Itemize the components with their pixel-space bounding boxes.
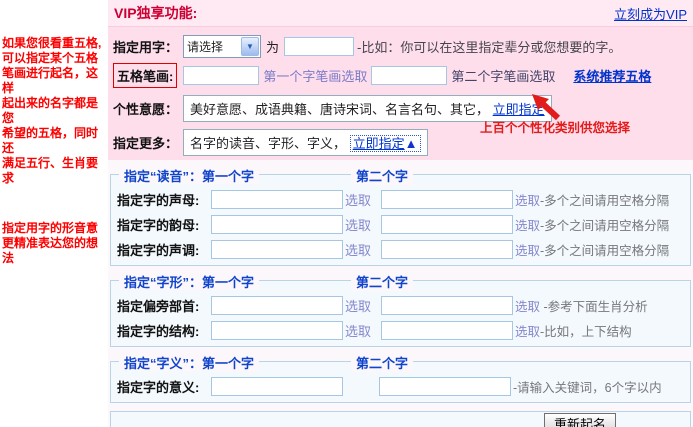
structure-second-pick-link[interactable]: 选取 (515, 325, 540, 339)
meaning-label: 指定字的意义: (117, 380, 200, 395)
radical-second-pick-link[interactable]: 选取 (515, 300, 540, 314)
radical-hint: -参考下面生肖分析 (543, 300, 648, 314)
personalized-categories-annotation: 上百个个性化类别供您选择 (480, 121, 631, 135)
wuge-strokes-label: 五格笔画: (113, 62, 178, 88)
row-wuge-strokes: 五格笔画: 第一个字笔画选取 第二个字笔画选取 系统推荐五格 (108, 62, 693, 88)
specify-more-text: 名字的读音、字形、字义， (190, 136, 347, 151)
second-char-column-header: 第二个字 (351, 166, 414, 185)
first-char-column-header: 第一个字 (202, 275, 255, 290)
sidebar-note-xingyinyi: 指定用字的形音意 更精准表达您的想法 (2, 221, 99, 265)
radical-label: 指定偏旁部首: (117, 299, 200, 314)
vowel-hint: -多个之间请用空格分隔 (540, 219, 670, 233)
second-char-column-header: 第二个字 (351, 353, 414, 372)
character-meaning-legend-title: 指定“字义”： (124, 356, 203, 371)
fieldset-pronunciation-legend: 指定“读音”：第一个字 第二个字 (119, 166, 690, 185)
tone-tail: 选取-多个之间请用空格分隔 (515, 240, 669, 259)
row-initial-consonant: 指定字的声母: 选取 选取-多个之间请用空格分隔 (113, 187, 690, 212)
tone-first-input[interactable] (211, 240, 343, 259)
second-char-strokes-input[interactable] (371, 65, 448, 85)
meaning-second-input[interactable] (379, 377, 511, 396)
structure-first-input[interactable] (211, 321, 343, 340)
tone-second-pick-link[interactable]: 选取 (515, 244, 540, 258)
tone-second-input[interactable] (381, 240, 513, 259)
main-panel: VIP独享功能: 立刻成为VIP 指定用字： 请选择 ▼ 为 -比如：你可以在这… (108, 0, 693, 427)
specify-more-label: 指定更多： (113, 136, 179, 151)
wei-text: 为 (266, 39, 280, 55)
row-radical: 指定偏旁部首: 选取 选取 -参考下面生肖分析 (113, 293, 690, 318)
structure-tail: 选取-比如，上下结构 (515, 321, 632, 340)
generation-select-value: 请选择 (187, 39, 224, 54)
second-char-strokes-pick-link[interactable]: 第二个字笔画选取 (451, 66, 555, 85)
personal-wish-label: 个性意愿： (113, 102, 179, 117)
meaning-first-input[interactable] (211, 377, 343, 396)
fieldset-character-form-legend: 指定“字形”：第一个字 第二个字 (119, 272, 690, 291)
structure-first-pick-link[interactable]: 选取 (343, 321, 375, 340)
vowel-tail: 选取-多个之间请用空格分隔 (515, 215, 669, 234)
character-meaning-legend-text: 指定“字义”：第一个字 (119, 356, 260, 371)
first-char-strokes-input[interactable] (183, 65, 260, 85)
row-vowel: 指定字的韵母: 选取 选取-多个之间请用空格分隔 (113, 212, 690, 237)
collapse-triangle-icon[interactable]: ▲ (405, 136, 418, 151)
radical-first-pick-link[interactable]: 选取 (343, 296, 375, 315)
initial-consonant-first-input[interactable] (211, 190, 343, 209)
pronunciation-legend-title: 指定“读音”： (124, 169, 203, 184)
pronunciation-legend-text: 指定“读音”：第一个字 (119, 169, 260, 184)
row-structure: 指定字的结构: 选取 选取-比如，上下结构 (113, 318, 690, 343)
tone-label: 指定字的声调: (117, 243, 200, 258)
header-bar: VIP独享功能: 立刻成为VIP (108, 0, 693, 27)
radical-tail: 选取 -参考下面生肖分析 (515, 296, 648, 315)
initial-consonant-second-pick-link[interactable]: 选取 (515, 194, 540, 208)
lower-area: 指定“读音”：第一个字 第二个字 指定字的声母: 选取 选取-多个之间请用空格分… (108, 160, 693, 427)
initial-consonant-tail: 选取-多个之间请用空格分隔 (515, 190, 669, 209)
fieldset-character-form: 指定“字形”：第一个字 第二个字 指定偏旁部首: 选取 选取 -参考下面生肖分析… (110, 272, 691, 347)
row-tone: 指定字的声调: 选取 选取-多个之间请用空格分隔 (113, 237, 690, 262)
initial-consonant-hint: -多个之间请用空格分隔 (540, 194, 670, 208)
meaning-hint: -请输入关键词，6个字以内 (513, 381, 662, 395)
vowel-second-input[interactable] (381, 215, 513, 234)
vowel-second-pick-link[interactable]: 选取 (515, 219, 540, 233)
second-char-column-header: 第二个字 (351, 272, 414, 291)
initial-consonant-first-pick-link[interactable]: 选取 (343, 190, 375, 209)
become-vip-link[interactable]: 立刻成为VIP (614, 4, 687, 23)
vowel-label: 指定字的韵母: (117, 218, 200, 233)
first-char-column-header: 第一个字 (202, 169, 255, 184)
generation-select[interactable]: 请选择 ▼ (183, 34, 261, 58)
specify-more-link[interactable]: 立即指定 (353, 136, 405, 151)
initial-consonant-second-input[interactable] (381, 190, 513, 209)
character-form-legend-title: 指定“字形”： (124, 275, 203, 290)
fieldset-character-meaning: 指定“字义”：第一个字 第二个字 指定字的意义: -请输入关键词，6个字以内 (110, 353, 691, 403)
bottom-action-bar: 重新起名 (110, 411, 691, 427)
vowel-first-input[interactable] (211, 215, 343, 234)
structure-second-input[interactable] (381, 321, 513, 340)
fieldset-pronunciation: 指定“读音”：第一个字 第二个字 指定字的声母: 选取 选取-多个之间请用空格分… (110, 166, 691, 266)
specified-character-input[interactable] (284, 36, 355, 56)
row-meaning: 指定字的意义: -请输入关键词，6个字以内 (113, 374, 690, 399)
character-form-legend-text: 指定“字形”：第一个字 (119, 275, 260, 290)
radical-first-input[interactable] (211, 296, 343, 315)
specify-more-box: 名字的读音、字形、字义， 立即指定▲ (183, 129, 428, 156)
fieldset-character-meaning-legend: 指定“字义”：第一个字 第二个字 (119, 353, 690, 372)
chevron-down-icon[interactable]: ▼ (241, 36, 259, 56)
tone-first-pick-link[interactable]: 选取 (343, 240, 375, 259)
initial-consonant-label: 指定字的声母: (117, 193, 200, 208)
system-recommend-wuge-link[interactable]: 系统推荐五格 (573, 66, 651, 85)
sidebar-note-wuge: 如果您很看重五格, 可以指定某个五格 笔画进行起名，这样 起出来的名字都是您 希… (2, 36, 102, 185)
specify-characters-label: 指定用字： (113, 39, 179, 55)
structure-label: 指定字的结构: (117, 324, 200, 339)
restart-naming-button[interactable]: 重新起名 (544, 413, 617, 427)
page-title: VIP独享功能: (114, 5, 198, 21)
first-char-column-header: 第一个字 (202, 356, 255, 371)
first-char-strokes-pick-link[interactable]: 第一个字笔画选取 (263, 66, 367, 85)
radical-second-input[interactable] (381, 296, 513, 315)
specify-characters-hint: -比如：你可以在这里指定辈分或您想要的字。 (357, 39, 622, 55)
personal-wish-categories: 美好意愿、成语典籍、唐诗宋词、名言名句、其它， (190, 102, 490, 117)
structure-hint: -比如，上下结构 (540, 325, 632, 339)
vip-naming-form-page: 如果您很看重五格, 可以指定某个五格 笔画进行起名，这样 起出来的名字都是您 希… (0, 0, 693, 427)
tone-hint: -多个之间请用空格分隔 (540, 244, 670, 258)
specify-more-link-wrap[interactable]: 立即指定▲ (349, 135, 421, 152)
row-specify-characters: 指定用字： 请选择 ▼ 为 -比如：你可以在这里指定辈分或您想要的字。 (108, 34, 693, 58)
vowel-first-pick-link[interactable]: 选取 (343, 215, 375, 234)
